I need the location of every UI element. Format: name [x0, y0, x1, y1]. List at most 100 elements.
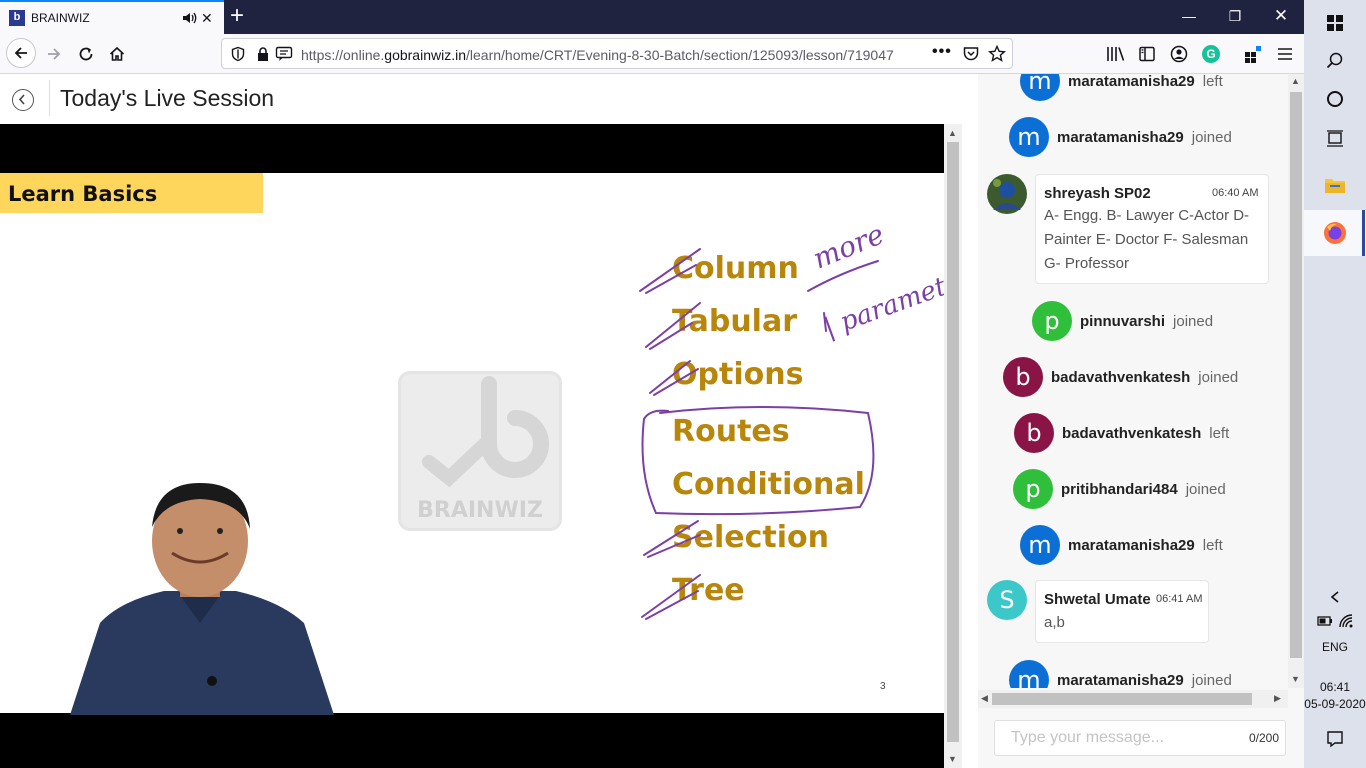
- scroll-up-arrow-icon[interactable]: ▲: [948, 128, 957, 138]
- event-action: left: [1202, 536, 1223, 554]
- chat-event: b badavathvenkatesh left: [1014, 412, 1229, 454]
- taskbar-active-indicator: [1362, 210, 1365, 256]
- extensions-icon[interactable]: [1243, 44, 1263, 64]
- header-divider: [49, 80, 50, 116]
- message-text-line: a,b: [1044, 614, 1065, 631]
- avatar: m: [1020, 525, 1060, 565]
- chat-event: m maratamanisha29 left: [1020, 524, 1223, 566]
- input-language[interactable]: ENG: [1304, 640, 1366, 654]
- back-button[interactable]: [6, 38, 36, 68]
- avatar: b: [1003, 357, 1043, 397]
- event-action: left: [1209, 424, 1230, 442]
- message-text-line: Painter E- Doctor F- Salesman: [1044, 231, 1249, 248]
- tab-strip: b BRAINWIZ ✕ + — ❐ ✕: [0, 0, 1304, 34]
- strike-tabular: [645, 302, 701, 350]
- hamburger-menu-icon[interactable]: [1276, 45, 1294, 63]
- chat-input-box: 0/200: [994, 720, 1286, 756]
- grammarly-extension-icon[interactable]: G: [1202, 45, 1220, 63]
- arrow-left-icon: [14, 47, 27, 59]
- handwriting-more: more: [808, 217, 888, 275]
- chat-panel: m maratamanisha29 left m maratamanisha29…: [978, 74, 1304, 768]
- url-domain: gobrainwiz.in: [384, 47, 466, 63]
- url-path: /learn/home/CRT/Evening-8-30-Batch/secti…: [466, 47, 894, 63]
- forward-button[interactable]: [40, 40, 68, 68]
- navigation-toolbar: https://online.gobrainwiz.in/learn/home/…: [0, 34, 1304, 74]
- chat-horizontal-scrollbar[interactable]: ◀ ▶: [978, 690, 1288, 708]
- chat-event: b badavathvenkatesh joined: [1003, 356, 1238, 398]
- avatar: b: [1014, 413, 1054, 453]
- tab-brainwiz[interactable]: b BRAINWIZ ✕: [0, 0, 224, 34]
- event-action: joined: [1191, 671, 1232, 689]
- message-user: shreyash SP02: [1044, 185, 1151, 202]
- chat-vertical-scroll-thumb[interactable]: [1290, 92, 1302, 658]
- scroll-down-arrow-icon[interactable]: ▼: [1291, 674, 1300, 684]
- new-tab-icon[interactable]: +: [230, 3, 244, 29]
- minimize-icon[interactable]: —: [1166, 0, 1212, 34]
- event-action: joined: [1185, 480, 1226, 498]
- pocket-icon[interactable]: [962, 45, 980, 63]
- account-icon[interactable]: [1170, 45, 1188, 63]
- task-view-button[interactable]: [1304, 116, 1366, 162]
- chat-vertical-scrollbar[interactable]: ▲ ▼: [1288, 74, 1304, 688]
- strike-selection: [643, 520, 701, 558]
- chevron-left-icon: [18, 94, 25, 105]
- presentation-slide: Learn Basics BRAINWIZ Column Tabular Opt…: [0, 173, 944, 715]
- scroll-right-arrow-icon[interactable]: ▶: [1274, 693, 1281, 704]
- ellipse-routes-conditional: [641, 406, 875, 516]
- reload-icon: [79, 47, 93, 61]
- scroll-up-arrow-icon[interactable]: ▲: [1291, 76, 1300, 86]
- home-icon: [109, 46, 125, 61]
- event-user: badavathvenkatesh: [1062, 424, 1202, 442]
- library-icon[interactable]: [1106, 45, 1126, 63]
- chat-event: p pritibhandari484 joined: [1013, 468, 1226, 510]
- action-center-button[interactable]: [1304, 716, 1366, 762]
- scroll-down-arrow-icon[interactable]: ▼: [948, 754, 957, 764]
- tab-close-icon[interactable]: ✕: [201, 9, 213, 27]
- page-actions-icon[interactable]: •••: [932, 43, 952, 61]
- restore-icon[interactable]: ❐: [1212, 0, 1258, 34]
- windows-taskbar: ENG 06:41 05-09-2020: [1304, 0, 1366, 768]
- search-icon: [1326, 52, 1343, 69]
- lock-icon[interactable]: [256, 46, 270, 62]
- window-close-icon[interactable]: ✕: [1258, 0, 1304, 34]
- chat-message-list[interactable]: m maratamanisha29 left m maratamanisha29…: [978, 74, 1288, 688]
- clock-time[interactable]: 06:41: [1304, 680, 1366, 694]
- taskbar-file-explorer[interactable]: [1304, 162, 1366, 208]
- page-scroll-thumb[interactable]: [947, 142, 959, 742]
- avatar: p: [1032, 301, 1072, 341]
- message-time: 06:40 AM: [1212, 187, 1259, 199]
- bookmark-star-icon[interactable]: [988, 45, 1006, 63]
- avatar: p: [1013, 469, 1053, 509]
- strike-column: [639, 248, 701, 294]
- slide-number: 3: [880, 681, 886, 692]
- clock-date[interactable]: 05-09-2020: [1304, 697, 1366, 711]
- arrow-right-icon: [48, 48, 61, 60]
- back-circle-button[interactable]: [12, 89, 34, 111]
- chat-message-input[interactable]: [995, 721, 1245, 755]
- notification-icon: [1327, 731, 1343, 748]
- message-text-line: A- Engg. B- Lawyer C-Actor D-: [1044, 207, 1250, 224]
- wifi-status[interactable]: [1316, 598, 1366, 644]
- firefox-icon: [1324, 222, 1346, 244]
- strike-tree: [641, 574, 701, 620]
- taskbar-firefox[interactable]: [1304, 210, 1366, 256]
- home-button[interactable]: [103, 40, 131, 68]
- page-scrollbar[interactable]: ▲ ▼: [944, 124, 962, 768]
- tab-title: BRAINWIZ: [31, 11, 90, 25]
- scroll-left-arrow-icon[interactable]: ◀: [981, 693, 988, 704]
- reload-button[interactable]: [72, 40, 100, 68]
- page-title: Today's Live Session: [60, 85, 275, 111]
- message-bubble: shreyash SP02 06:40 AM A- Engg. B- Lawye…: [1035, 174, 1269, 284]
- permissions-icon[interactable]: [275, 46, 293, 62]
- url-text[interactable]: https://online.gobrainwiz.in/learn/home/…: [301, 47, 894, 63]
- event-user: pritibhandari484: [1061, 480, 1178, 498]
- sidebar-icon[interactable]: [1138, 45, 1156, 63]
- shield-icon[interactable]: [230, 46, 246, 62]
- live-video-player[interactable]: Learn Basics BRAINWIZ Column Tabular Opt…: [0, 124, 944, 768]
- event-action: left: [1202, 74, 1223, 90]
- address-bar[interactable]: https://online.gobrainwiz.in/learn/home/…: [221, 38, 1013, 69]
- speaker-icon[interactable]: [180, 9, 198, 27]
- event-action: joined: [1191, 128, 1232, 146]
- chat-horizontal-scroll-thumb[interactable]: [992, 693, 1252, 705]
- event-user: pinnuvarshi: [1080, 312, 1166, 330]
